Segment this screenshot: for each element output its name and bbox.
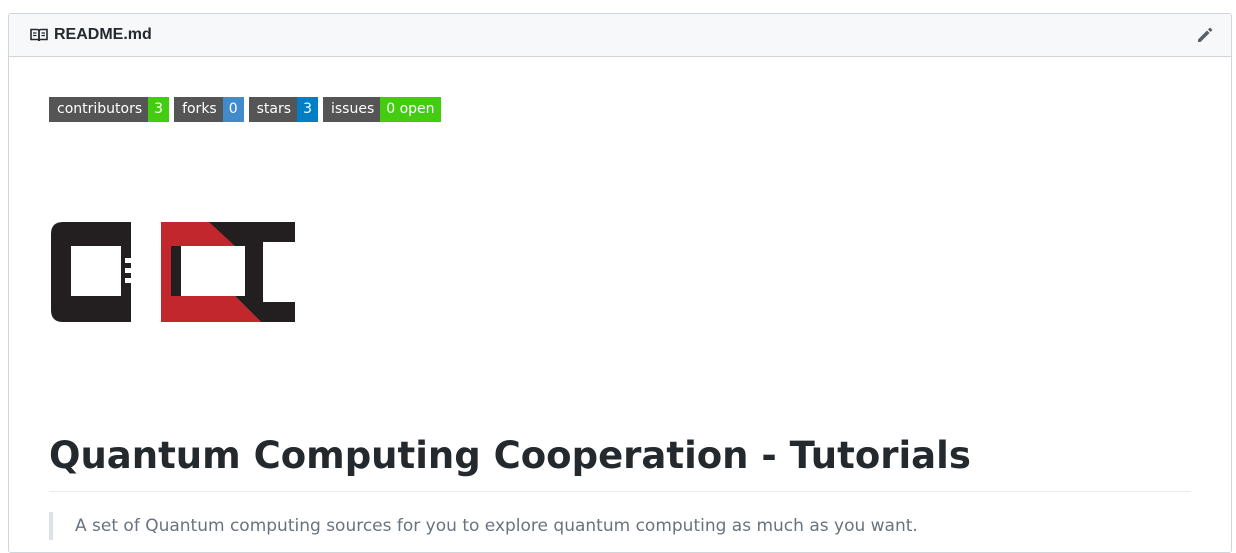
pencil-icon[interactable] bbox=[1195, 25, 1215, 45]
badge-value: 3 bbox=[148, 97, 170, 122]
badge-row: contributors 3 forks 0 stars 3 issues 0 … bbox=[49, 97, 1191, 122]
badge-value: 0 bbox=[222, 97, 244, 122]
badge-label: contributors bbox=[49, 97, 149, 122]
badge-label: stars bbox=[248, 97, 298, 122]
badge-value: 0 open bbox=[380, 97, 441, 122]
badge-forks[interactable]: forks 0 bbox=[174, 97, 244, 122]
badge-contributors[interactable]: contributors 3 bbox=[49, 97, 170, 122]
readme-filename: README.md bbox=[54, 26, 152, 43]
readme-title: README.md bbox=[30, 26, 152, 44]
badge-stars[interactable]: stars 3 bbox=[248, 97, 318, 122]
badge-label: forks bbox=[174, 97, 223, 122]
readme-heading: Quantum Computing Cooperation - Tutorial… bbox=[49, 434, 1191, 492]
readme-header: README.md bbox=[9, 14, 1231, 57]
badge-label: issues bbox=[322, 97, 381, 122]
intro-quote: A set of Quantum computing sources for y… bbox=[49, 512, 1191, 540]
readme-body: contributors 3 forks 0 stars 3 issues 0 … bbox=[9, 57, 1231, 540]
qcc-logo bbox=[49, 222, 295, 322]
readme-container: README.md contributors 3 forks 0 stars 3 bbox=[8, 13, 1232, 553]
book-icon bbox=[30, 28, 48, 42]
badge-value: 3 bbox=[297, 97, 318, 122]
badge-issues[interactable]: issues 0 open bbox=[322, 97, 441, 122]
